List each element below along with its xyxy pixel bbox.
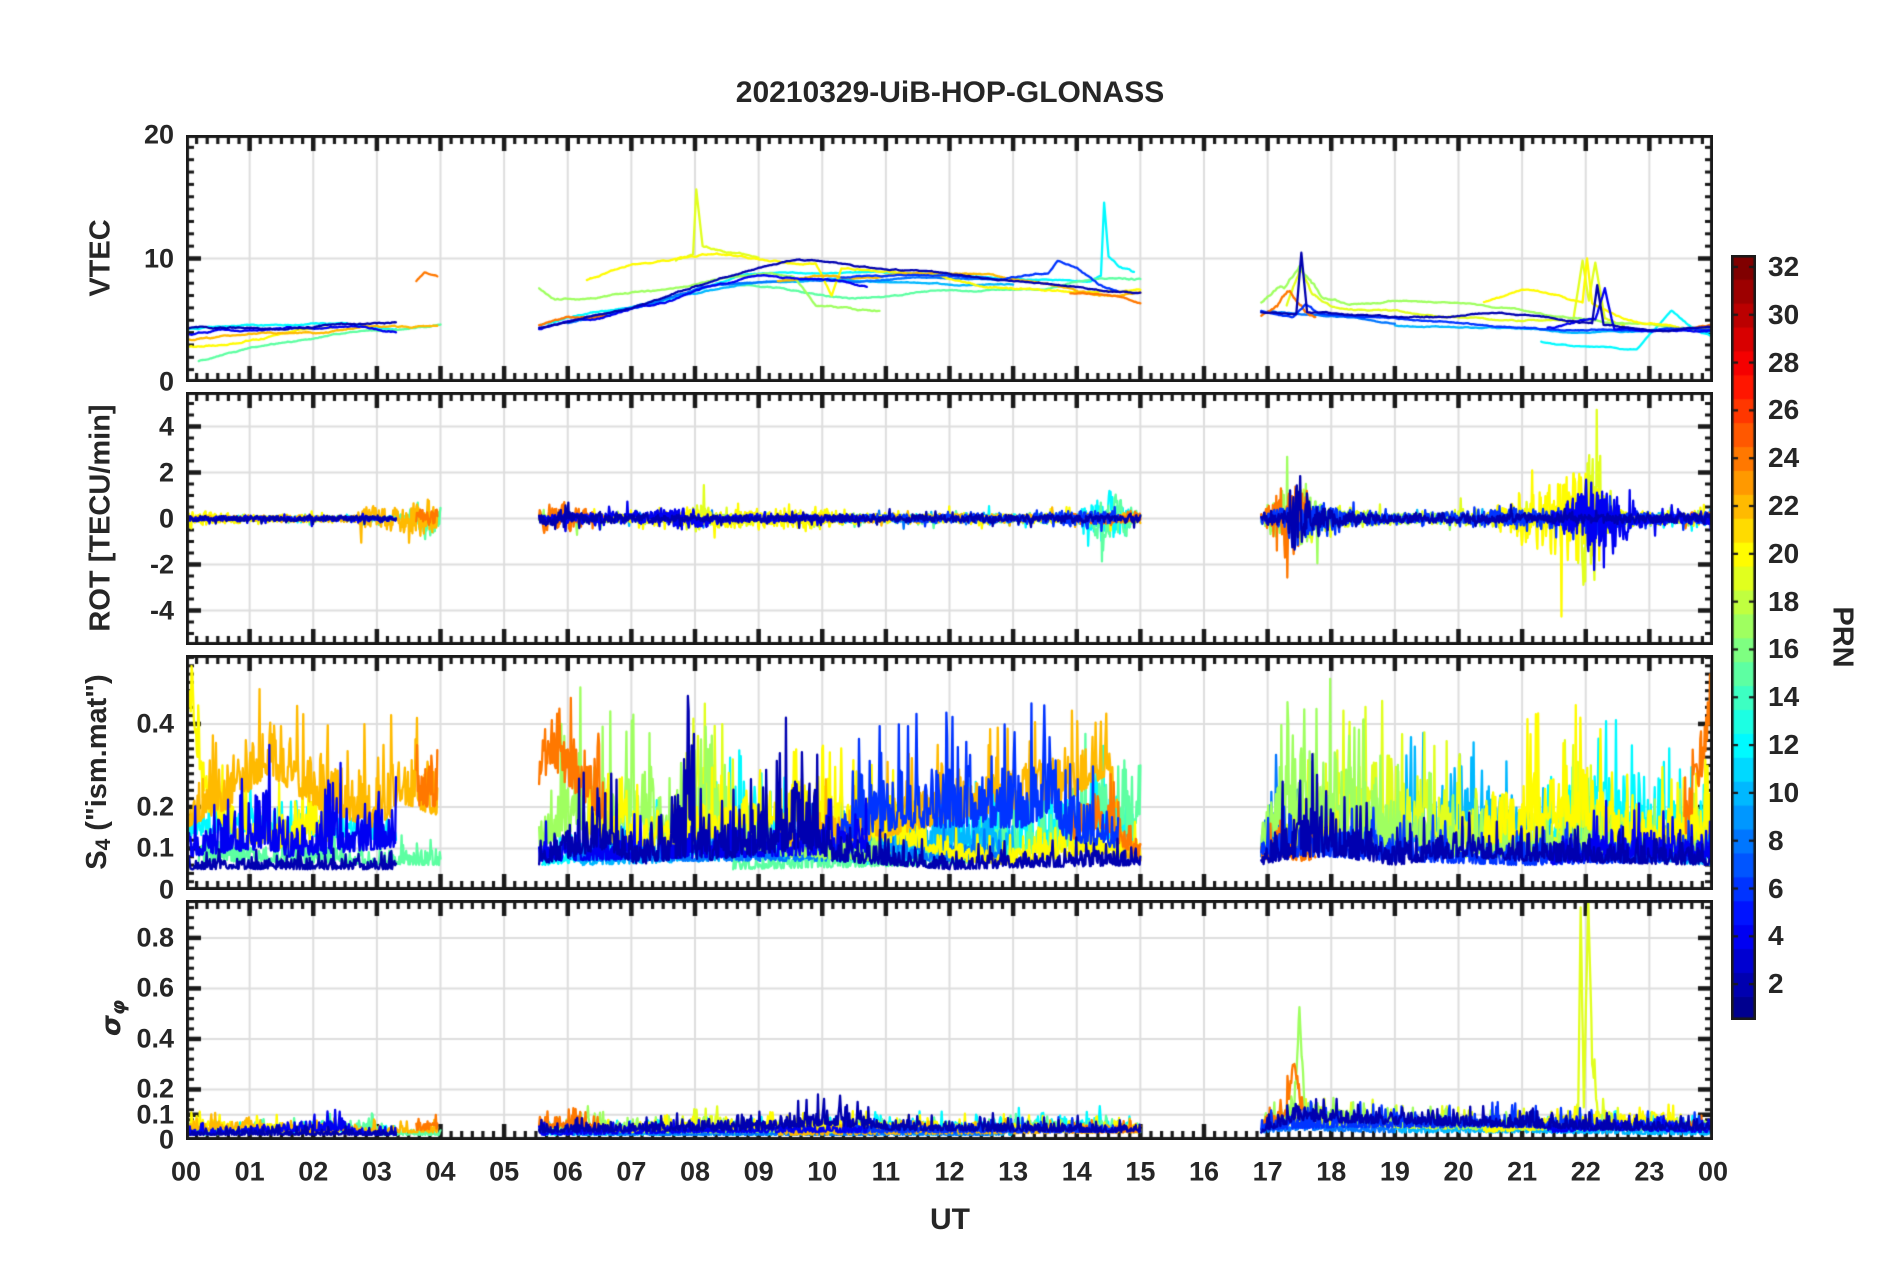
sigma-axis-label-pre: σ [96,1015,128,1037]
colorbar-tick-label: 30 [1768,298,1800,330]
x-tick-label: 05 [489,1156,520,1187]
rot-axis-label: ROT [TECU/min] [84,404,117,632]
y-tick-label-rot: 2 [158,457,174,487]
x-tick-label: 21 [1507,1156,1538,1187]
colorbar-tick-label: 12 [1768,729,1800,761]
colorbar-tick-label: 22 [1768,490,1800,522]
x-tick-label: 11 [871,1156,901,1187]
colorbar-tick-label: 14 [1768,681,1800,713]
x-tick-label: 16 [1188,1156,1220,1187]
colorbar-tick-label: 10 [1768,776,1800,808]
x-tick-label: 09 [743,1156,774,1187]
panel-canvas-sigma [186,900,1713,1140]
chart-title: 20210329-UiB-HOP-GLONASS [735,76,1165,109]
x-tick-label: 12 [934,1156,965,1187]
y-tick-label-sigma: 0.1 [136,1099,174,1130]
x-tick-label: 00 [170,1156,202,1187]
s4-axis-label-sub: 4 [91,838,115,851]
x-tick-label: 03 [361,1156,392,1187]
x-tick-label: 22 [1570,1156,1601,1187]
x-axis-label: UT [930,1203,970,1236]
y-tick-label-rot: -2 [149,549,174,579]
y-tick-label-s4: 0.2 [136,791,174,822]
x-tick-label: 13 [998,1156,1029,1187]
y-tick-label-vtec: 20 [143,119,174,150]
sigma-phi-axis-label: σφ [96,999,130,1037]
y-tick-label-vtec: 0 [158,366,174,397]
y-tick-label-s4: 0 [158,874,174,905]
x-tick-label: 20 [1443,1156,1474,1187]
colorbar-tick-label: 8 [1768,824,1784,856]
colorbar-title: PRN [1826,606,1859,668]
y-tick-label-sigma: 0.8 [136,922,174,953]
colorbar-tick-label: 26 [1768,394,1800,426]
colorbar-tick-label: 16 [1768,633,1800,665]
y-tick-label-vtec: 10 [143,243,174,273]
x-tick-label: 02 [298,1156,329,1187]
x-tick-label: 23 [1634,1156,1665,1187]
x-tick-label: 07 [616,1156,647,1187]
s4-axis-label-pre: S [81,850,114,870]
colorbar-tick-label: 18 [1768,585,1800,617]
x-tick-label: 17 [1252,1156,1283,1187]
x-tick-label: 15 [1125,1156,1156,1187]
s4-axis-label-post: ("ism.mat") [81,674,114,839]
colorbar-tick-label: 6 [1768,872,1784,904]
colorbar-tick-label: 28 [1768,346,1800,378]
colorbar-tick-label: 4 [1768,920,1784,952]
colorbar-tick-label: 2 [1768,968,1784,1000]
rot-axis-label-text: ROT [TECU/min] [84,404,117,632]
vtec-axis-label-text: VTEC [84,219,117,297]
x-tick-label: 14 [1061,1156,1092,1187]
x-tick-label: 06 [552,1156,583,1187]
y-tick-label-rot: 0 [158,503,174,533]
x-tick-label: 01 [234,1156,265,1187]
y-tick-label-s4: 0.4 [136,708,174,739]
x-tick-label: 00 [1697,1156,1729,1187]
x-tick-label: 08 [679,1156,711,1187]
panel-canvas-s4 [186,655,1713,890]
s4-axis-label: S4 ("ism.mat") [81,674,115,870]
colorbar-tick-label: 32 [1768,250,1800,282]
glonass-scintillation-figure: 20210329-UiB-HOP-GLONASS VTEC ROT [TECU/… [0,0,1902,1272]
x-tick-label: 18 [1316,1156,1347,1187]
colorbar-canvas [1731,255,1756,1020]
x-tick-label: 10 [807,1156,838,1187]
x-tick-label: 04 [425,1156,456,1187]
y-tick-label-sigma: 0 [158,1124,174,1155]
colorbar-tick-label: 20 [1768,537,1800,569]
y-tick-label-sigma: 0.6 [136,972,174,1003]
y-tick-label-s4: 0.1 [136,832,174,863]
y-tick-label-sigma: 0.4 [136,1023,174,1054]
y-tick-label-sigma: 0.2 [136,1073,174,1104]
x-tick-label: 19 [1379,1156,1410,1187]
panel-canvas-vtec [186,135,1713,382]
sigma-axis-label-sub: φ [106,999,130,1016]
y-tick-label-rot: -4 [149,595,174,625]
vtec-axis-label: VTEC [84,219,117,297]
colorbar-tick-label: 24 [1768,442,1800,474]
panel-canvas-rot [186,392,1713,645]
y-tick-label-rot: 4 [158,411,174,441]
